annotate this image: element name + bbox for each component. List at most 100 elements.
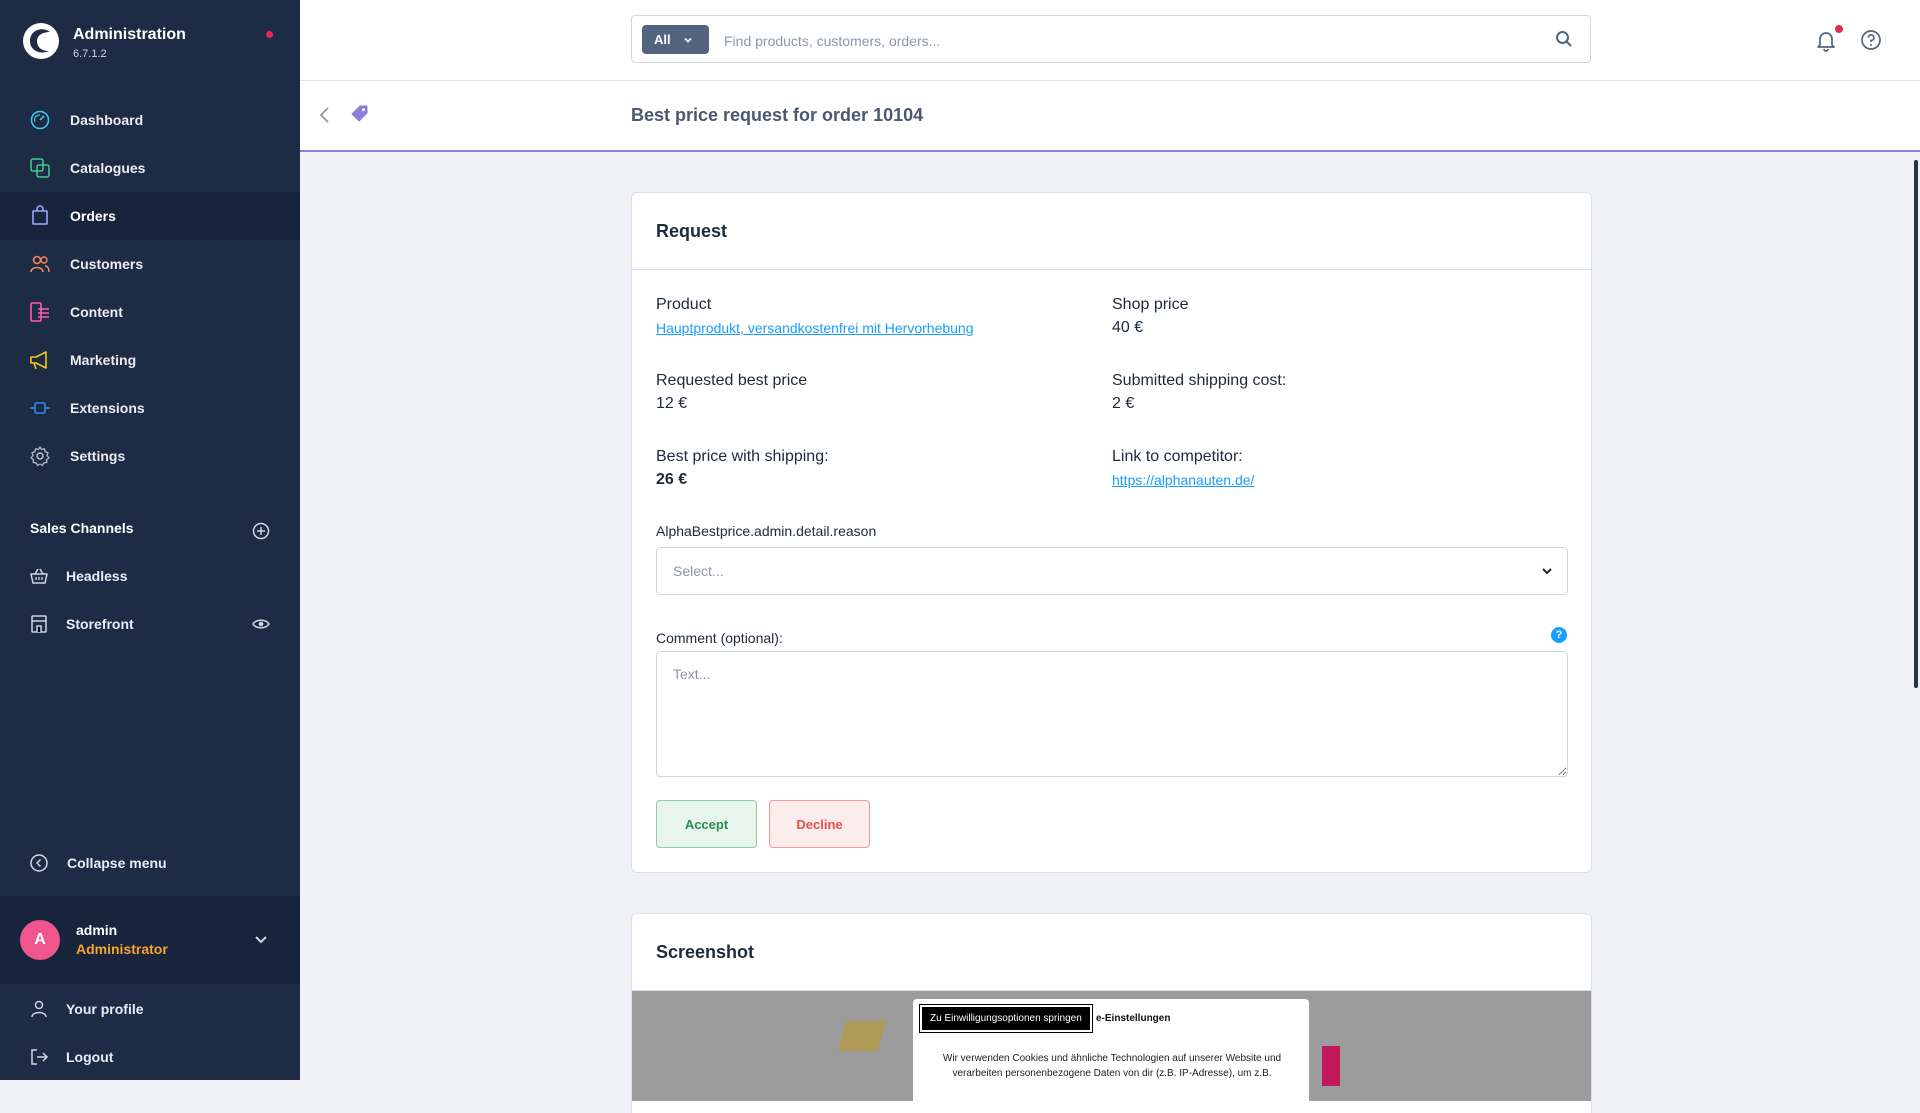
sidebar-item-settings[interactable]: Settings <box>0 432 300 480</box>
reason-select[interactable]: Select... <box>656 547 1568 595</box>
sidebar-item-label: Customers <box>70 256 144 272</box>
sales-channel-list: Headless Storefront <box>0 552 300 648</box>
user-role: Administrator <box>76 941 168 957</box>
chevron-down-icon <box>684 37 692 43</box>
best-price-shipping-value: 26 € <box>656 471 688 488</box>
logout-link[interactable]: Logout <box>0 1033 300 1081</box>
competitor-link[interactable]: https://alphanauten.de/ <box>1112 472 1254 488</box>
product-link[interactable]: Hauptprodukt, versandkostenfrei mit Herv… <box>656 320 974 336</box>
smart-bar: Best price request for order 10104 <box>300 81 1920 152</box>
sales-channel-storefront[interactable]: Storefront <box>0 600 300 648</box>
avatar: A <box>20 920 60 960</box>
sidebar-item-marketing[interactable]: Marketing <box>0 336 300 384</box>
sidebar-item-label: Content <box>70 304 123 320</box>
requested-price-field: Requested best price 12 € <box>656 372 807 413</box>
cookie-text: Wir verwenden Cookies und ähnliche Techn… <box>942 1053 1282 1079</box>
app-version: 6.7.1.2 <box>73 48 107 60</box>
back-arrow-icon[interactable] <box>317 105 333 125</box>
decline-button[interactable]: Decline <box>769 800 870 848</box>
chevron-down-icon[interactable] <box>252 930 270 948</box>
shipping-cost-label: Submitted shipping cost: <box>1112 372 1287 389</box>
screenshot-card-header: Screenshot <box>632 914 1591 991</box>
notification-badge <box>1835 25 1843 33</box>
screenshot-accent-shape <box>1322 1046 1340 1086</box>
request-card-title: Request <box>656 221 728 241</box>
screenshot-card-title: Screenshot <box>656 942 755 962</box>
collapse-menu-label: Collapse menu <box>67 855 167 871</box>
sales-channel-label: Storefront <box>66 616 134 632</box>
page-scrollbar[interactable] <box>1914 160 1918 688</box>
product-field: Product Hauptprodukt, versandkostenfrei … <box>656 296 974 338</box>
logout-label: Logout <box>66 1049 114 1065</box>
sidebar-item-catalogues[interactable]: Catalogues <box>0 144 300 192</box>
price-tag-icon <box>351 105 368 122</box>
cookie-skip-link: Zu Einwilligungsoptionen springen <box>919 1004 1093 1033</box>
best-price-shipping-label: Best price with shipping: <box>656 448 829 465</box>
orders-icon <box>32 205 48 225</box>
sales-channels-title: Sales Channels <box>30 520 134 536</box>
search-scope-label: All <box>654 32 671 47</box>
sidebar-item-label: Settings <box>70 448 126 464</box>
sidebar: Administration 6.7.1.2 Dashboard Catalog… <box>0 0 300 1080</box>
sidebar-item-extensions[interactable]: Extensions <box>0 384 300 432</box>
your-profile-label: Your profile <box>66 1001 144 1017</box>
storefront-icon <box>31 615 47 633</box>
user-name: admin <box>76 922 118 938</box>
help-icon[interactable] <box>1860 29 1882 51</box>
requested-price-value: 12 € <box>656 395 688 412</box>
sidebar-item-customers[interactable]: Customers <box>0 240 300 288</box>
profile-icon <box>31 1000 47 1018</box>
dashboard-icon <box>30 110 50 130</box>
user-menu[interactable]: A admin Administrator <box>0 896 300 984</box>
competitor-link-label: Link to competitor: <box>1112 448 1243 465</box>
collapse-menu-button[interactable]: Collapse menu <box>29 850 167 876</box>
search-input[interactable] <box>722 26 1506 56</box>
reason-select-placeholder: Select... <box>673 563 724 579</box>
sidebar-item-label: Marketing <box>70 352 137 368</box>
marketing-icon <box>30 351 47 370</box>
best-price-shipping-field: Best price with shipping: 26 € <box>656 448 829 489</box>
shopware-logo-icon <box>23 23 59 59</box>
catalogues-icon <box>30 158 50 178</box>
sidebar-item-label: Extensions <box>70 400 145 416</box>
content-icon <box>30 302 49 322</box>
add-sales-channel-icon[interactable] <box>252 522 270 540</box>
page-title: Best price request for order 10104 <box>631 105 924 125</box>
chevron-left-circle-icon <box>30 854 48 872</box>
accept-button[interactable]: Accept <box>656 800 757 848</box>
request-card: Request Product Hauptprodukt, versandkos… <box>631 192 1592 873</box>
screenshot-logo-shape <box>837 1021 887 1051</box>
brand[interactable]: Administration 6.7.1.2 <box>22 22 282 66</box>
logout-icon <box>31 1049 49 1065</box>
comment-textarea[interactable] <box>656 651 1568 777</box>
shipping-cost-field: Submitted shipping cost: 2 € <box>1112 372 1286 413</box>
search-scope-dropdown[interactable]: All <box>642 25 709 54</box>
screenshot-card: Screenshot Zu Einwilligungsoptionen spri… <box>631 913 1592 1113</box>
sidebar-item-dashboard[interactable]: Dashboard <box>0 96 300 144</box>
reason-label: AlphaBestprice.admin.detail.reason <box>656 523 877 539</box>
chevron-down-icon <box>1542 568 1552 575</box>
comment-help-icon[interactable]: ? <box>1551 627 1567 643</box>
notification-bell-icon[interactable] <box>1814 28 1838 52</box>
shipping-cost-value: 2 € <box>1112 395 1135 412</box>
your-profile-link[interactable]: Your profile <box>0 985 300 1033</box>
main-nav: Dashboard Catalogues Orders Customers Co… <box>0 96 300 480</box>
shop-price-value: 40 € <box>1112 319 1144 336</box>
basket-icon <box>30 568 48 584</box>
sales-channel-headless[interactable]: Headless <box>0 552 300 600</box>
cookie-title: e-Einstellungen <box>1096 1013 1171 1024</box>
sales-channel-label: Headless <box>66 568 128 584</box>
sidebar-item-label: Orders <box>70 208 116 224</box>
sidebar-item-content[interactable]: Content <box>0 288 300 336</box>
eye-icon[interactable] <box>252 615 270 633</box>
user-links: Your profile Logout <box>0 985 300 1081</box>
app-title: Administration <box>73 26 186 43</box>
customers-icon <box>30 255 50 273</box>
search-icon[interactable] <box>1555 30 1573 48</box>
sidebar-item-orders[interactable]: Orders <box>0 192 300 240</box>
settings-icon <box>30 446 50 467</box>
product-label: Product <box>656 296 712 313</box>
cookie-consent-modal: Zu Einwilligungsoptionen springen e-Eins… <box>913 999 1309 1101</box>
request-card-header: Request <box>632 193 1591 270</box>
comment-label: Comment (optional): <box>656 630 783 646</box>
